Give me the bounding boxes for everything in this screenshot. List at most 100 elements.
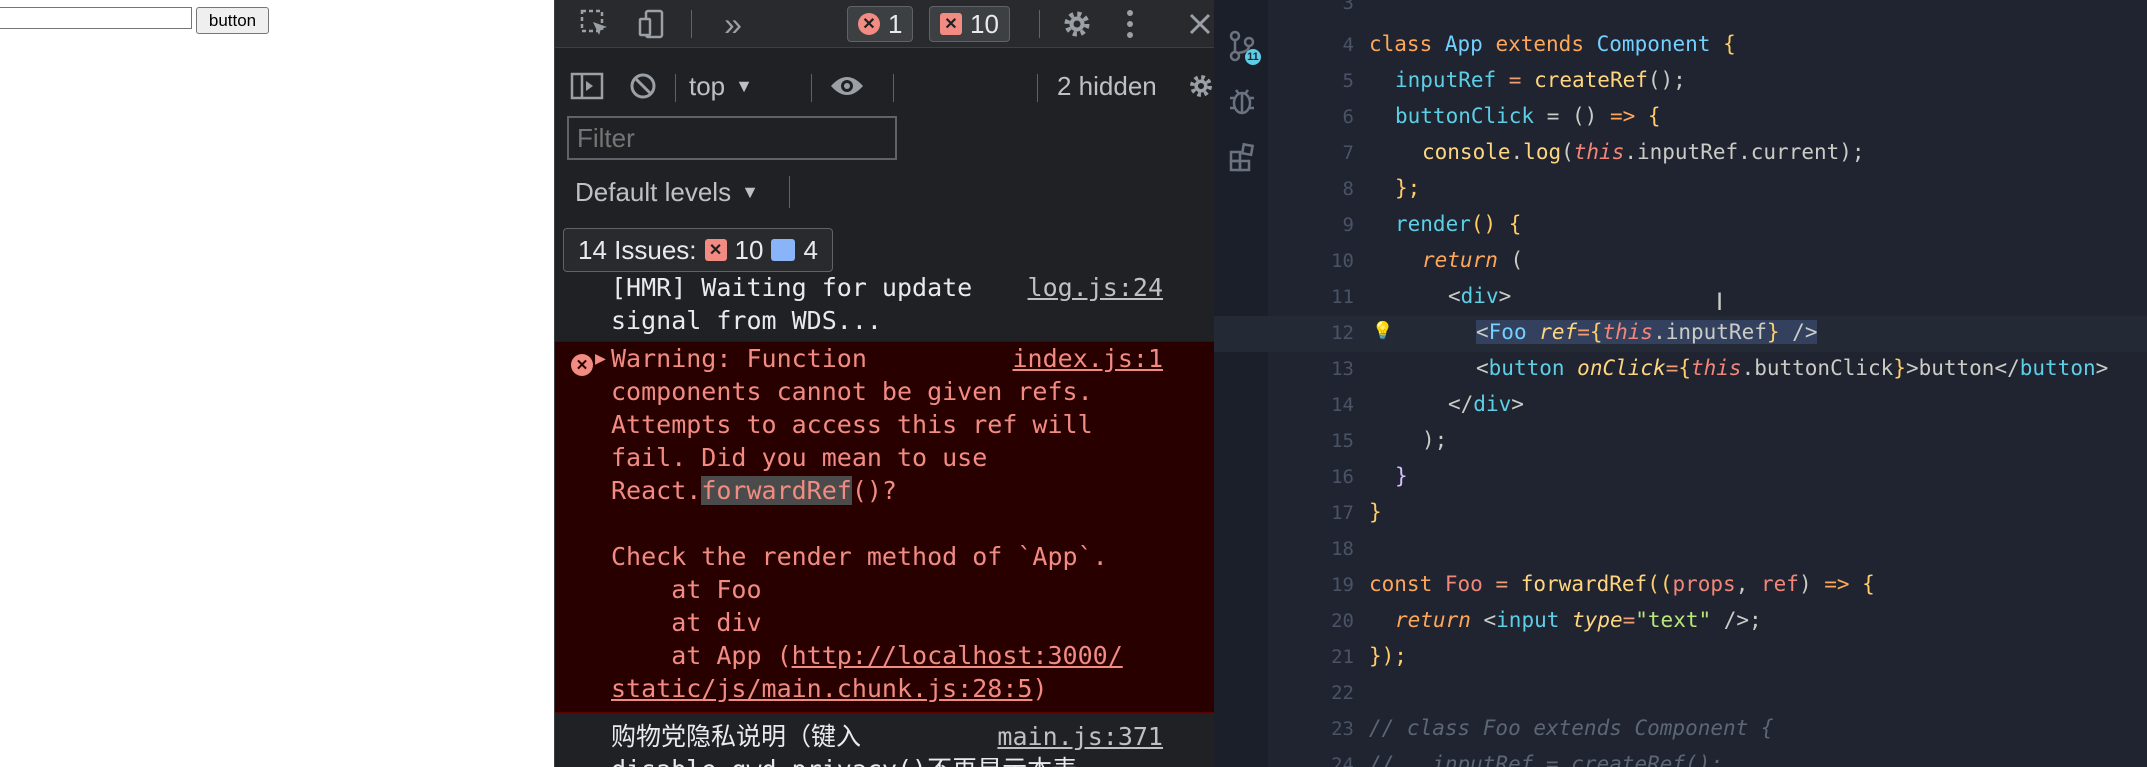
code-line: 24 // inputRef = createRef();	[1214, 748, 2147, 767]
dropdown-arrow-icon: ▼	[741, 181, 759, 202]
code-line: 18	[1214, 532, 2147, 568]
error-text-line: React.forwardRef()?	[611, 474, 897, 507]
punctuation: (	[1497, 248, 1524, 272]
message-source-link[interactable]: log.js:24	[1028, 277, 1163, 304]
issues-info-count: 4	[803, 234, 818, 265]
toolbar-divider	[789, 176, 790, 208]
code-line: 15 );	[1214, 424, 2147, 460]
punctuation: ,	[1735, 572, 1761, 596]
error-circle-icon: ✕	[858, 13, 880, 35]
code-line: 3	[1214, 0, 2147, 22]
jsx-attribute: onClick	[1577, 356, 1666, 380]
code-text: </div>	[1448, 392, 1524, 416]
console-message: [HMR] Waiting for update log.js:24 signa…	[555, 277, 1214, 335]
stack-frame-link[interactable]: http://localhost:3000/	[792, 641, 1123, 670]
line-number: 16	[1331, 466, 1354, 488]
line-number: 19	[1331, 574, 1354, 596]
settings-gear-icon[interactable]	[1059, 6, 1095, 42]
toolbar-divider	[675, 74, 676, 102]
code-line-current: 12 💡 <Foo ref={this.inputRef} />	[1214, 316, 2147, 352]
line-number: 10	[1331, 250, 1354, 272]
code-line: 8 };	[1214, 172, 2147, 208]
jsx-attribute: type	[1572, 608, 1623, 632]
message-source-link[interactable]: main.js:371	[997, 720, 1163, 753]
console-settings-gear-icon[interactable]	[1187, 68, 1214, 104]
message-text: 购物党隐私说明（键入	[611, 722, 862, 751]
identifier: console	[1422, 140, 1511, 164]
context-selector[interactable]: top ▼	[689, 68, 753, 104]
context-label: top	[689, 70, 726, 101]
issues-button[interactable]: 14 Issues: ✕ 10 4	[563, 228, 833, 272]
stack-frame-link[interactable]: static/js/main.chunk.js:28:5	[611, 674, 1032, 703]
jsx-tag: button	[1488, 356, 1565, 380]
issues-label: 14 Issues:	[578, 234, 697, 265]
code-text: <button onClick={this.buttonClick}>butto…	[1476, 356, 2108, 380]
error-text: components cannot be given refs.	[611, 377, 1093, 406]
brace: ((	[1647, 572, 1673, 596]
line-number: 9	[1342, 214, 1354, 236]
more-panels-icon[interactable]: »	[715, 6, 751, 42]
console-filter-input[interactable]	[567, 116, 897, 160]
keyword: return	[1395, 608, 1471, 632]
error-counter[interactable]: ✕ 1	[847, 6, 914, 42]
line-number: 23	[1331, 718, 1354, 740]
console-toolbar: top ▼ 2 hidden	[555, 48, 1214, 120]
punctuation: .inputRef	[1653, 320, 1767, 344]
error-text: Warning: Function	[611, 344, 867, 373]
line-number: 3	[1342, 0, 1354, 14]
line-number: 13	[1331, 358, 1354, 380]
error-circle-icon: ✕	[571, 354, 593, 376]
stack-frame: at App (	[611, 641, 792, 670]
code-text: return (	[1422, 248, 1523, 272]
punctuation: <	[1476, 320, 1489, 344]
issue-counter[interactable]: ✕ 10	[929, 6, 1010, 42]
code-line: 13 <button onClick={this.buttonClick}>bu…	[1214, 352, 2147, 388]
punctuation: = ()	[1534, 104, 1610, 128]
code-text: }	[1395, 464, 1408, 488]
punctuation: () {	[1470, 212, 1522, 236]
close-devtools-icon[interactable]	[1185, 6, 1214, 42]
message-source-link[interactable]: index.js:1	[1012, 342, 1163, 375]
device-toolbar-icon[interactable]	[635, 8, 671, 40]
lightbulb-icon[interactable]: 💡	[1372, 321, 1393, 341]
line-number: 17	[1331, 502, 1354, 524]
function-name: log	[1523, 140, 1562, 164]
code-line: 16 }	[1214, 460, 2147, 496]
error-box-icon: ✕	[940, 13, 962, 35]
punctuation: <	[1448, 284, 1461, 308]
this-keyword: this	[1602, 320, 1654, 344]
operator: =	[1482, 572, 1521, 596]
line-number: 7	[1342, 142, 1354, 164]
clear-console-icon[interactable]	[625, 68, 661, 104]
punctuation: .	[1510, 140, 1524, 164]
message-text: disable_gwd_privacy()不再显示本表	[611, 753, 1077, 767]
console-messages: [HMR] Waiting for update log.js:24 signa…	[555, 277, 1214, 767]
log-levels-dropdown[interactable]: Default levels ▼	[575, 174, 759, 210]
more-options-icon[interactable]	[1115, 6, 1145, 42]
code-area[interactable]: 3 4 class App extends Component { 5 inpu…	[1214, 0, 2147, 767]
code-text: <Foo ref={this.inputRef} />	[1476, 320, 1818, 344]
function-name: createRef	[1534, 68, 1648, 92]
show-sidebar-icon[interactable]	[569, 68, 605, 104]
parameter: ref	[1761, 572, 1799, 596]
text-input[interactable]	[0, 7, 192, 29]
log-levels-label: Default levels	[575, 176, 732, 207]
property: inputRef	[1395, 68, 1497, 92]
expand-triangle-icon[interactable]: ▶	[595, 342, 606, 375]
hidden-messages-count[interactable]: 2 hidden	[1057, 68, 1157, 104]
code-text: return <input type="text" />;	[1395, 608, 1762, 632]
live-expression-eye-icon[interactable]	[825, 68, 869, 104]
punctuation: ();	[1647, 68, 1686, 92]
arrow: =>	[1824, 572, 1850, 596]
inspect-element-icon[interactable]	[577, 8, 613, 40]
brace: }	[1893, 356, 1906, 380]
line-number: 12	[1331, 322, 1354, 344]
code-line: 6 buttonClick = () => {	[1214, 100, 2147, 136]
demo-button[interactable]: button	[196, 7, 269, 34]
console-error-message: ✕ ▶ Warning: Function index.js:1 compone…	[555, 341, 1214, 713]
keyword: return	[1422, 248, 1498, 272]
